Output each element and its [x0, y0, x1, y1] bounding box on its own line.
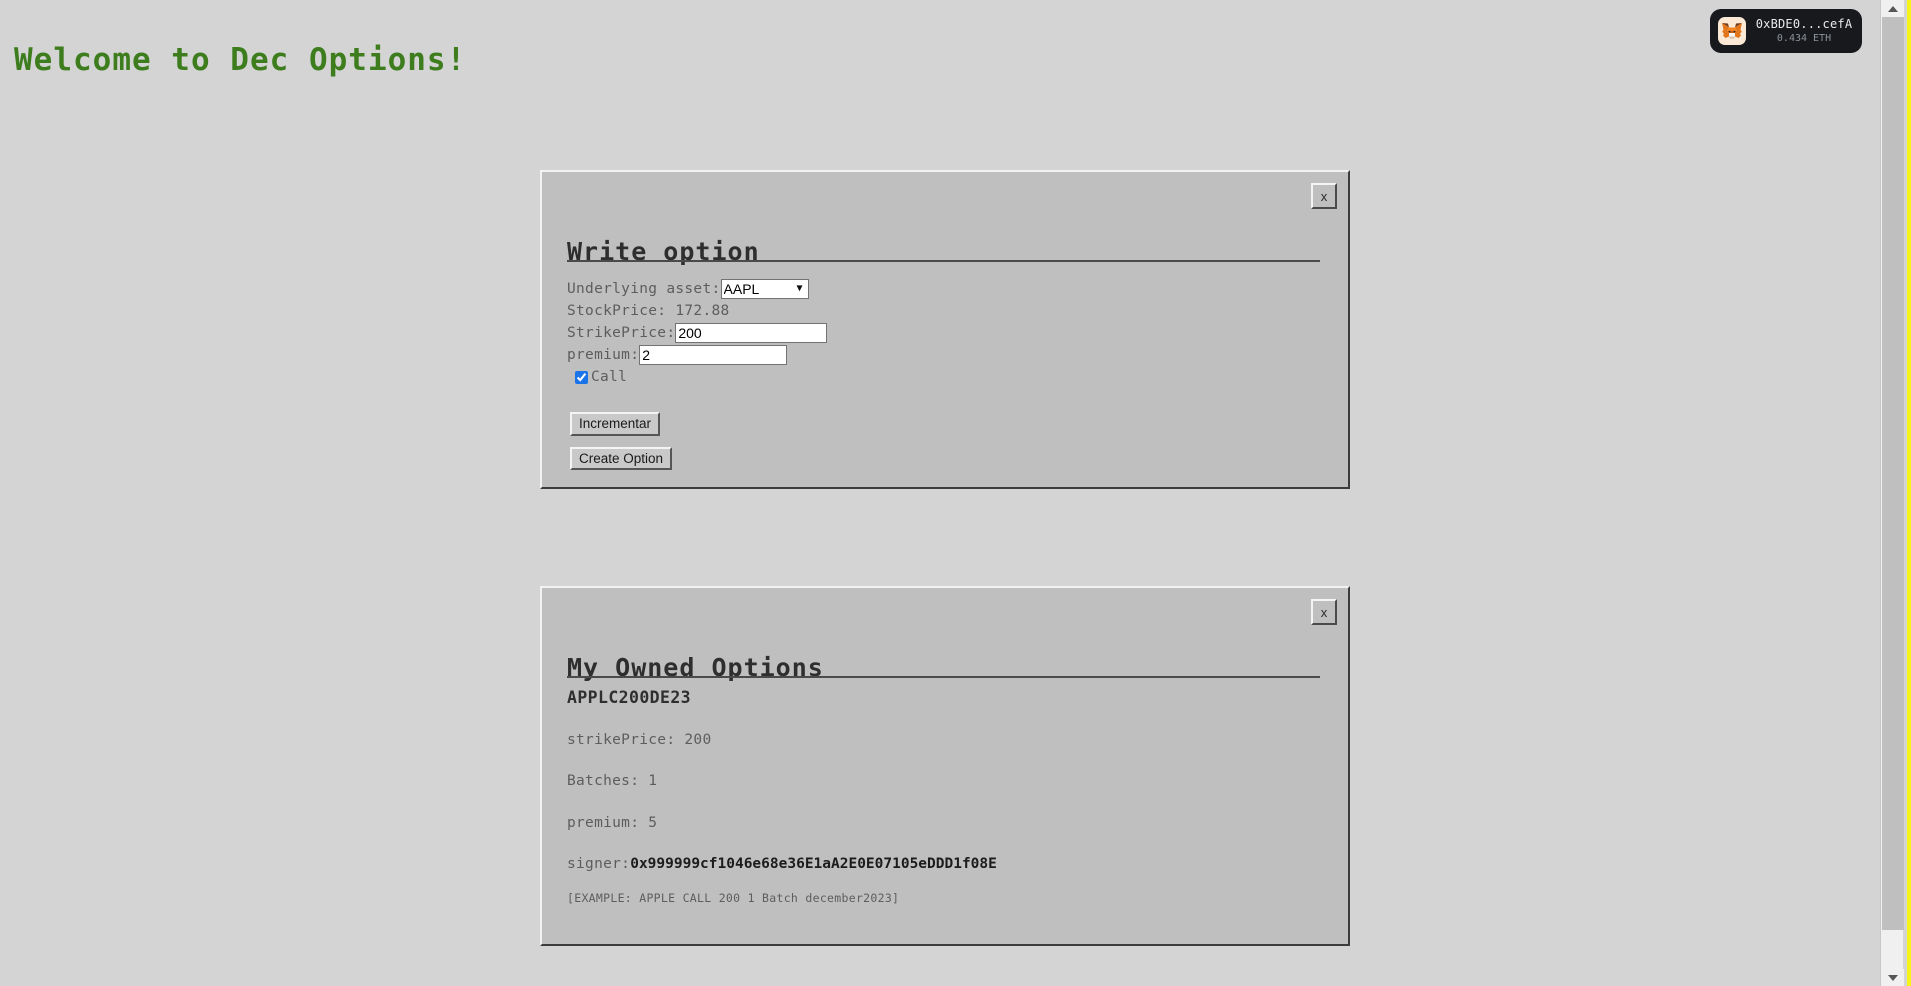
- owned-options-panel: x My Owned Options APPLC200DE23 strikePr…: [540, 586, 1350, 946]
- wallet-address: 0xBDE0...cefA: [1755, 17, 1853, 31]
- write-option-panel: x Write option Underlying asset: AAPL ▼ …: [540, 170, 1350, 489]
- underlying-asset-row: Underlying asset: AAPL ▼: [567, 278, 1338, 300]
- write-option-divider: [567, 260, 1320, 262]
- premium-label: premium:: [567, 346, 640, 363]
- page-title: Welcome to Dec Options!: [14, 41, 467, 78]
- call-checkbox[interactable]: [575, 370, 588, 384]
- owned-option-batches: Batches: 1: [567, 773, 658, 789]
- metamask-fox-icon: [1718, 17, 1746, 45]
- owned-option-signer-row: signer:0x999999cf1046e68e36E1aA2E0E07105…: [567, 857, 1336, 872]
- owned-option-strike-price: strikePrice: 200: [567, 731, 712, 748]
- write-option-close-button[interactable]: x: [1311, 183, 1337, 209]
- call-checkbox-row: Call: [567, 366, 1338, 388]
- underlying-asset-select[interactable]: AAPL: [720, 279, 809, 299]
- underlying-asset-label: Underlying asset:: [567, 280, 721, 297]
- owned-options-close-button[interactable]: x: [1311, 599, 1337, 625]
- owned-option-ticker: APPLC200DE23: [567, 688, 692, 707]
- premium-input[interactable]: [639, 345, 788, 365]
- stock-price-row: StockPrice: 172.88: [567, 300, 1338, 322]
- owned-options-divider: [567, 676, 1320, 678]
- page-scrollbar[interactable]: [1880, 0, 1904, 986]
- incrementar-button[interactable]: Incrementar: [570, 412, 661, 436]
- scrollbar-thumb[interactable]: [1882, 17, 1904, 930]
- underlying-asset-select-wrap: AAPL ▼: [720, 279, 809, 299]
- strike-price-input[interactable]: [675, 323, 828, 343]
- owned-option-signer-address: 0x999999cf1046e68e36E1aA2E0E07105eDDD1f0…: [630, 856, 997, 872]
- owned-option-premium: premium: 5: [567, 814, 658, 831]
- scroll-down-arrow-icon[interactable]: [1881, 969, 1904, 986]
- write-option-form: Underlying asset: AAPL ▼ StockPrice: 172…: [567, 278, 1338, 471]
- stock-price-text: StockPrice: 172.88: [567, 303, 730, 319]
- owned-option-item: APPLC200DE23 strikePrice: 200 Batches: 1…: [567, 688, 1336, 905]
- scroll-up-arrow-icon[interactable]: [1881, 0, 1904, 17]
- strike-price-row: StrikePrice:: [567, 322, 1338, 344]
- wallet-badge[interactable]: 0xBDE0...cefA 0.434 ETH: [1710, 9, 1862, 53]
- wallet-balance: 0.434 ETH: [1776, 33, 1832, 44]
- owned-option-signer-label: signer:: [567, 856, 631, 872]
- owned-option-example-note: [EXAMPLE: APPLE CALL 200 1 Batch decembe…: [567, 890, 900, 905]
- premium-row: premium:: [567, 344, 1338, 366]
- strike-price-label: StrikePrice:: [567, 324, 676, 341]
- call-checkbox-label[interactable]: Call: [591, 369, 627, 385]
- create-option-button[interactable]: Create Option: [570, 446, 673, 471]
